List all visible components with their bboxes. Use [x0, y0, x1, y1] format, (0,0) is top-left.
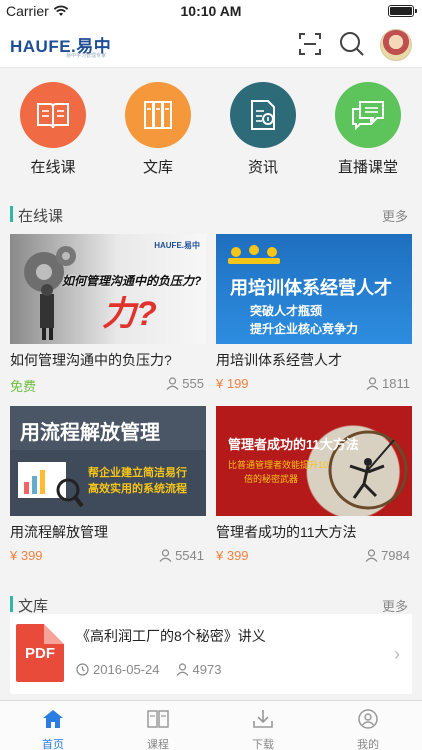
- news-icon: [230, 82, 296, 148]
- online-course-section-header: 在线课 更多: [0, 201, 422, 227]
- course-card[interactable]: 用培训体系经营人才 突破人才瓶颈 提升企业核心竞争力 用培训体系经营人才 ¥ 1…: [216, 234, 412, 394]
- app-logo[interactable]: HAUFE.易中 易中学习管理专家: [10, 32, 111, 60]
- course-meta: ¥ 399 7984: [216, 548, 412, 566]
- document-item[interactable]: PDF 《高利润工厂的8个秘密》讲义 2016-05-24 4973 ›: [10, 614, 412, 694]
- document-meta: 2016-05-24 4973: [76, 662, 221, 677]
- book-icon: [20, 82, 86, 148]
- document-title: 《高利润工厂的8个秘密》讲义: [76, 628, 266, 644]
- category-label: 在线课: [30, 159, 76, 176]
- section-title: 在线课: [18, 208, 64, 225]
- battery-icon: [388, 5, 417, 17]
- gears-illustration: [24, 246, 76, 340]
- section-accent-bar: [10, 206, 13, 222]
- course-meta: 免费 555: [10, 376, 206, 394]
- count-value: 1811: [382, 376, 410, 391]
- thumbnail-subtitle: 提升企业核心竞争力: [250, 322, 359, 336]
- pdf-badge-label: PDF: [25, 644, 55, 662]
- course-thumbnail: 用流程解放管理 帮企业建立简洁易行 高效实用的系统流程: [10, 406, 206, 516]
- section-title: 文库: [18, 598, 49, 615]
- logo-subtitle: 易中学习管理专家: [66, 53, 107, 59]
- thumbnail-highlight: 力?: [102, 295, 157, 333]
- course-title: 用流程解放管理: [10, 524, 108, 540]
- more-link[interactable]: 更多: [382, 206, 408, 225]
- category-news[interactable]: 资讯: [228, 82, 298, 177]
- course-meta: ¥ 399 5541: [10, 548, 206, 566]
- home-icon: [43, 710, 63, 728]
- person-icon: [166, 377, 179, 390]
- thumbnail-caption: 用培训体系经营人才: [230, 278, 392, 298]
- category-label: 资讯: [247, 159, 278, 176]
- category-label: 文库: [142, 159, 173, 176]
- report-illustration: [18, 462, 84, 508]
- person-icon: [176, 663, 188, 676]
- thumbnail-subtitle: 倍的秘密武器: [244, 474, 299, 484]
- clock-icon: [76, 663, 89, 676]
- tab-downloads[interactable]: 下载: [233, 709, 293, 750]
- thumbnail-caption: 管理者成功的11大方法: [228, 437, 359, 452]
- status-bar: Carrier 10:10 AM: [0, 0, 422, 22]
- chevron-right-icon: ›: [394, 644, 400, 664]
- course-price: ¥ 399: [216, 548, 249, 563]
- tab-bar: 首页 课程 下载 我的: [0, 700, 422, 750]
- course-thumbnail: HAUFE.易中 如何管理沟通中的负压力? 力?: [10, 234, 206, 344]
- category-live-class[interactable]: 直播课堂: [333, 82, 403, 177]
- tab-label: 下载: [252, 739, 274, 750]
- meeting-illustration: [228, 245, 280, 264]
- count-value: 555: [182, 376, 204, 391]
- thumbnail-subtitle: 高效实用的系统流程: [88, 483, 187, 495]
- app-header: HAUFE.易中 易中学习管理专家: [0, 22, 422, 68]
- learner-count: 555: [166, 376, 204, 391]
- thumbnail-subtitle: 帮企业建立简洁易行: [88, 467, 187, 479]
- course-title: 用培训体系经营人才: [216, 352, 342, 368]
- course-price: ¥ 199: [216, 376, 249, 391]
- tab-home[interactable]: 首页: [23, 709, 83, 750]
- section-accent-bar: [10, 596, 13, 612]
- course-price: 免费: [10, 379, 37, 394]
- thumbnail-subtitle: 突破人才瓶颈: [250, 304, 323, 318]
- person-icon: [159, 549, 172, 562]
- thumbnail-brand: HAUFE.易中: [154, 241, 200, 250]
- course-card[interactable]: 用流程解放管理 帮企业建立简洁易行 高效实用的系统流程 用流程解放管理 ¥ 39…: [10, 406, 206, 566]
- tab-label: 首页: [42, 739, 64, 750]
- course-thumbnail: 用培训体系经营人才 突破人才瓶颈 提升企业核心竞争力: [216, 234, 412, 344]
- download-icon: [253, 710, 273, 728]
- tab-label: 课程: [147, 739, 169, 750]
- more-link[interactable]: 更多: [382, 596, 408, 615]
- category-online-course[interactable]: 在线课: [18, 82, 88, 177]
- learner-count: 5541: [159, 548, 204, 563]
- count-value: 5541: [175, 548, 204, 563]
- course-icon: [147, 710, 169, 728]
- user-avatar[interactable]: [380, 29, 412, 61]
- category-library[interactable]: 文库: [123, 82, 193, 177]
- course-card[interactable]: HAUFE.易中 如何管理沟通中的负压力? 力? 如何管理沟通中的负压力? 免费…: [10, 234, 206, 394]
- learner-count: 7984: [365, 548, 410, 563]
- person-icon: [366, 377, 379, 390]
- course-title: 如何管理沟通中的负压力?: [10, 352, 172, 368]
- profile-icon: [358, 709, 378, 729]
- search-icon[interactable]: [338, 30, 366, 58]
- count-value: 7984: [381, 548, 410, 563]
- thumbnail-subtitle: 比普通管理者效能提升10: [228, 460, 329, 470]
- course-price: ¥ 399: [10, 548, 43, 563]
- category-grid: 在线课 文库 资讯 直播课堂: [0, 68, 422, 190]
- tab-label: 我的: [357, 739, 379, 750]
- library-icon: [125, 82, 191, 148]
- scan-icon[interactable]: [296, 30, 324, 58]
- person-icon: [365, 549, 378, 562]
- document-date: 2016-05-24: [93, 662, 160, 677]
- tab-profile[interactable]: 我的: [338, 709, 398, 750]
- status-time: 10:10 AM: [180, 3, 242, 19]
- category-label: 直播课堂: [337, 159, 398, 176]
- course-title: 管理者成功的11大方法: [216, 524, 357, 540]
- document-count: 4973: [192, 662, 222, 677]
- course-meta: ¥ 199 1811: [216, 376, 412, 394]
- thumbnail-caption: 用流程解放管理: [20, 422, 160, 444]
- course-thumbnail: 管理者成功的11大方法 比普通管理者效能提升10 倍的秘密武器: [216, 406, 412, 516]
- live-chat-icon: [335, 82, 401, 148]
- course-card[interactable]: 管理者成功的11大方法 比普通管理者效能提升10 倍的秘密武器 管理者成功的11…: [216, 406, 412, 566]
- pdf-icon: PDF: [16, 624, 64, 682]
- tab-courses[interactable]: 课程: [128, 709, 188, 750]
- learner-count: 1811: [366, 376, 410, 391]
